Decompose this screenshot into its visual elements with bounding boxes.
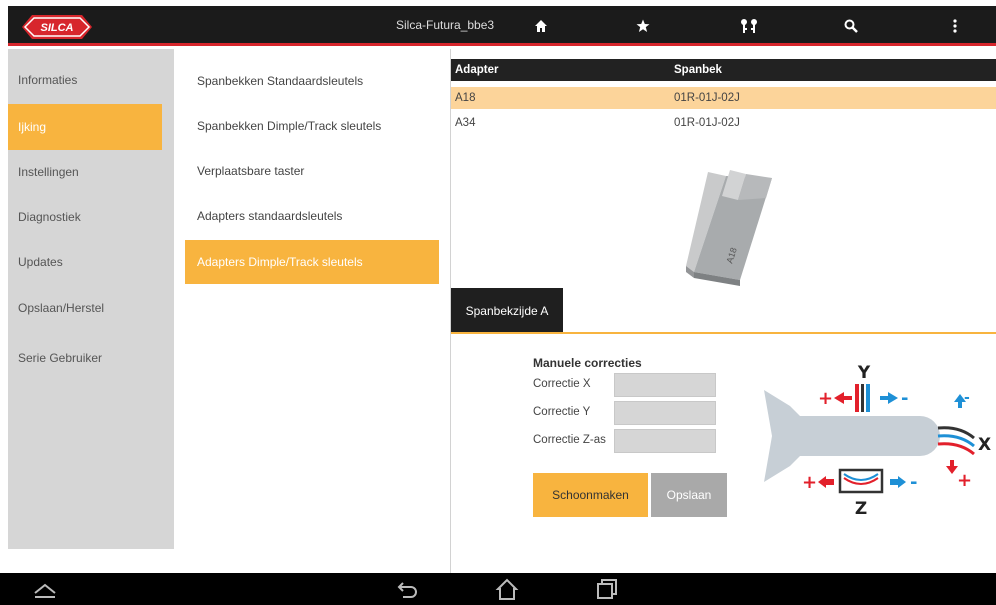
z-plus-arrow [818, 476, 834, 488]
device-title: Silca-Futura_bbe3 [396, 18, 495, 32]
cell-adapter: A18 [455, 92, 476, 104]
correction-z-input[interactable] [614, 429, 716, 453]
axis-z-label: Z [855, 499, 867, 518]
table-row[interactable]: A34 01R-01J-02J [451, 112, 996, 134]
silca-logo: SILCA [22, 15, 92, 39]
submenu-item-adapters-dimple[interactable]: Adapters Dimple/Track sleutels [185, 240, 439, 284]
home-nav-icon[interactable] [494, 577, 520, 601]
y-minus-sign: - [901, 388, 908, 409]
table-header: Adapter Spanbek [451, 59, 996, 81]
z-plus-sign: + [802, 472, 817, 493]
y-plus-arrow [834, 392, 852, 404]
cell-adapter: A34 [455, 117, 476, 129]
x-stripe-red [937, 442, 975, 456]
clean-button[interactable]: Schoonmaken [533, 473, 648, 517]
menu-item-informaties[interactable]: Informaties [8, 57, 174, 103]
sub-menu: Spanbekken Standaardsleutels Spanbekken … [185, 49, 439, 549]
z-minus-sign: - [910, 472, 917, 493]
recent-apps-icon[interactable] [593, 577, 619, 601]
correction-y-label: Correctie Y [533, 406, 591, 418]
y-minus-arrow [880, 392, 898, 404]
back-icon[interactable] [395, 577, 421, 601]
submenu-item-adapters-standaard[interactable]: Adapters standaardsleutels [185, 194, 439, 238]
menu-item-instellingen[interactable]: Instellingen [8, 149, 174, 195]
y-jaw-red [855, 384, 859, 412]
submenu-item-verplaatsbare-taster[interactable]: Verplaatsbare taster [185, 149, 439, 193]
app-root: SILCA Silca-Futura_bbe3 Informaties Ijki… [0, 0, 996, 605]
x-plus-sign: + [957, 470, 972, 491]
menu-item-updates[interactable]: Updates [8, 239, 174, 285]
tab-spanbekzijde-a[interactable]: Spanbekzijde A [451, 288, 563, 333]
star-icon[interactable] [632, 15, 654, 37]
menu-item-serie-gebruiker[interactable]: Serie Gebruiker [8, 335, 174, 381]
menu-item-opslaan-herstel[interactable]: Opslaan/Herstel [8, 285, 174, 331]
submenu-item-spanbekken-standaard[interactable]: Spanbekken Standaardsleutels [185, 59, 439, 103]
correction-z-label: Correctie Z-as [533, 434, 606, 446]
left-menu: Informaties Ijking Instellingen Diagnost… [8, 49, 174, 549]
column-header-adapter: Adapter [455, 64, 499, 76]
more-vert-icon[interactable] [944, 15, 966, 37]
cell-spanbek: 01R-01J-02J [674, 117, 740, 129]
axis-diagram: Y + - - X + + - Z [764, 363, 991, 518]
chevron-up-icon[interactable] [32, 577, 58, 601]
z-minus-arrow [890, 476, 906, 488]
y-plus-sign: + [818, 388, 833, 409]
axis-y-label: Y [857, 363, 871, 383]
logo-text: SILCA [41, 22, 74, 34]
system-nav-bar [0, 573, 996, 605]
column-header-spanbek: Spanbek [674, 64, 722, 76]
z-jaw-groove-blue [843, 473, 879, 481]
menu-item-ijking[interactable]: Ijking [8, 104, 162, 150]
tab-underline [451, 332, 996, 334]
correction-x-label: Correctie X [533, 378, 591, 390]
home-icon[interactable] [530, 15, 552, 37]
correction-x-input[interactable] [614, 373, 716, 397]
table-row[interactable]: A18 01R-01J-02J [451, 87, 996, 109]
adapter-image: A18 [686, 170, 772, 286]
key-blade-shape [764, 390, 940, 482]
submenu-item-spanbekken-dimple[interactable]: Spanbekken Dimple/Track sleutels [185, 104, 439, 148]
menu-item-diagnostiek[interactable]: Diagnostiek [8, 194, 174, 240]
y-jaw-blue [866, 384, 870, 412]
corrections-title: Manuele correcties [533, 356, 642, 370]
top-bar: SILCA Silca-Futura_bbe3 [8, 6, 996, 46]
x-minus-sign: - [964, 390, 970, 406]
y-jaw-dark [861, 384, 864, 412]
search-icon[interactable] [840, 15, 862, 37]
correction-y-input[interactable] [614, 401, 716, 425]
axis-x-label: X [978, 435, 991, 455]
save-button[interactable]: Opslaan [651, 473, 727, 517]
cell-spanbek: 01R-01J-02J [674, 92, 740, 104]
keys-icon[interactable] [738, 15, 760, 37]
